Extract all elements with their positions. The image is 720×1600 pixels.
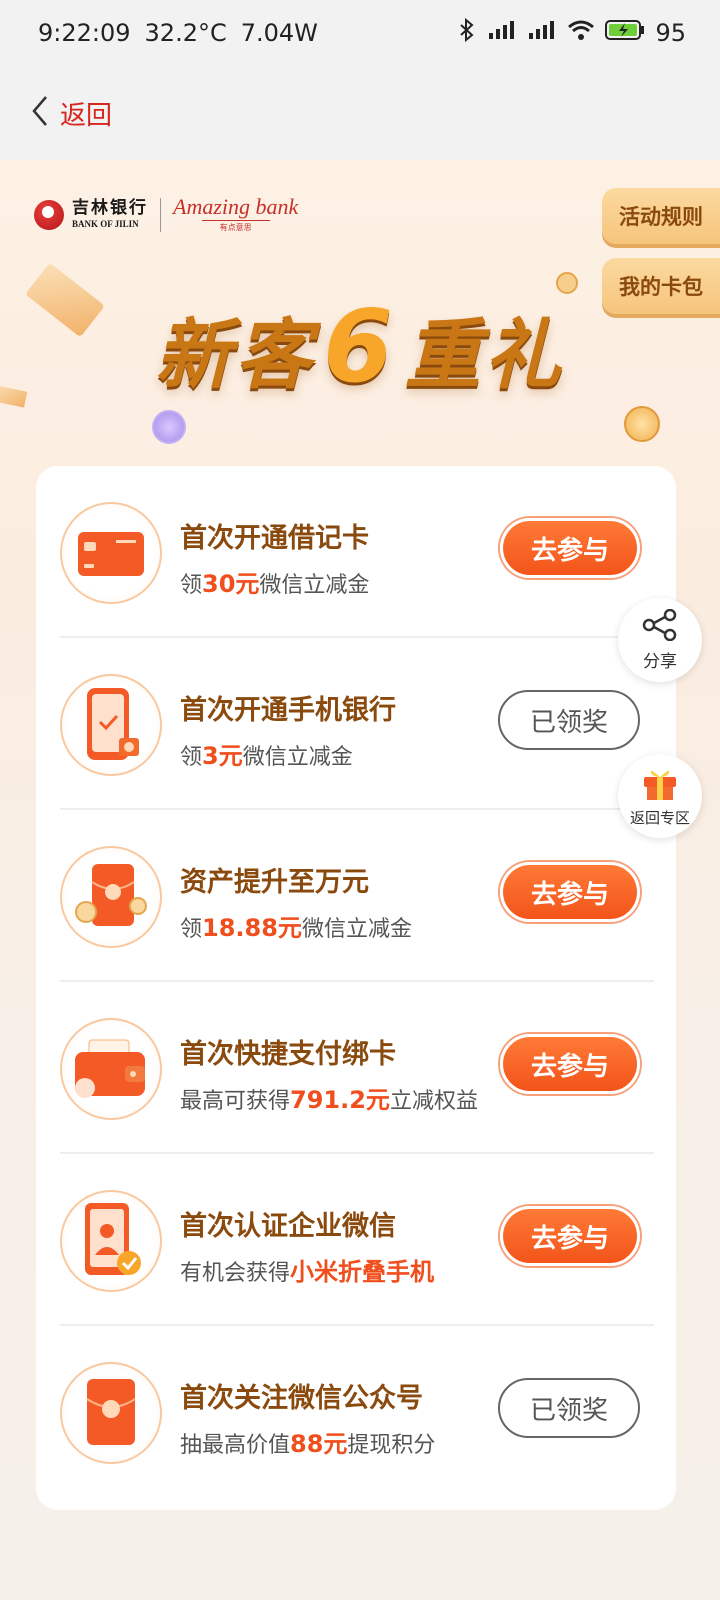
- title-left: 新客: [155, 310, 316, 399]
- share-icon: [642, 608, 678, 645]
- task-list: 首次开通借记卡 领30元微信立减金 去参与 首次开通手机银行 领3元微信立减金 …: [36, 466, 676, 1510]
- task-item-quick-pay: 首次快捷支付绑卡 最高可获得791.2元立减权益 去参与: [60, 982, 654, 1154]
- reward-prize: 小米折叠手机: [290, 1258, 435, 1286]
- task-item-debit-card: 首次开通借记卡 领30元微信立减金 去参与: [60, 466, 654, 638]
- status-temp: 32.2°C: [144, 19, 227, 47]
- task-title: 首次开通借记卡: [180, 523, 369, 554]
- debit-card-icon: [60, 502, 162, 604]
- battery-level: 95: [655, 19, 686, 47]
- task-item-official-account: 首次关注微信公众号 抽最高价值88元提现积分 已领奖: [60, 1326, 654, 1498]
- join-button[interactable]: 去参与: [500, 1206, 640, 1266]
- task-item-assets: 资产提升至万元 领18.88元微信立减金 去参与: [60, 810, 654, 982]
- battery-icon: [605, 19, 645, 47]
- slogan-sub: 有点意思: [201, 220, 270, 233]
- wifi-icon: [567, 19, 595, 47]
- task-desc: 领30元微信立减金: [180, 570, 370, 598]
- wallet-icon: [60, 1018, 162, 1120]
- coin-icon-gold: [624, 406, 660, 442]
- bluetooth-icon: [457, 17, 477, 48]
- slogan: Amazing bank: [173, 194, 299, 219]
- reward-amount: 30元: [202, 570, 260, 598]
- brand-logo: 吉林银行 BANK OF JILIN Amazing bank 有点意思: [34, 196, 298, 233]
- coin-icon-purple: [152, 410, 186, 444]
- reward-amount: 3元: [202, 742, 243, 770]
- task-desc: 领3元微信立减金: [180, 742, 353, 770]
- status-bar: 9:22:09 32.2°C 7.04W 95: [0, 0, 720, 66]
- yuan-envelope-icon: [60, 1362, 162, 1464]
- share-label: 分享: [643, 651, 677, 672]
- title-number: 6: [323, 288, 397, 405]
- task-desc: 领18.88元微信立减金: [180, 914, 412, 942]
- reward-amount: 88元: [290, 1430, 348, 1458]
- title-right: 重礼: [404, 310, 565, 399]
- gift-icon: [641, 765, 679, 805]
- campaign-page: 吉林银行 BANK OF JILIN Amazing bank 有点意思 活动规…: [0, 160, 720, 1600]
- join-button[interactable]: 去参与: [500, 862, 640, 922]
- task-title: 首次快捷支付绑卡: [180, 1039, 396, 1070]
- activity-rules-tab[interactable]: 活动规则: [602, 188, 720, 244]
- task-title: 首次认证企业微信: [180, 1211, 396, 1242]
- join-button[interactable]: 去参与: [500, 518, 640, 578]
- campaign-title: 新客6 重礼: [0, 288, 720, 405]
- bank-logo-icon: [34, 199, 64, 230]
- share-button[interactable]: 分享: [618, 598, 702, 682]
- status-power: 7.04W: [240, 19, 318, 47]
- back-label: 返回: [60, 100, 113, 131]
- back-button[interactable]: 返回: [30, 95, 112, 132]
- task-desc: 有机会获得小米折叠手机: [180, 1258, 435, 1286]
- reward-amount: 791.2元: [290, 1086, 390, 1114]
- red-envelope-icon: [60, 846, 162, 948]
- bank-name-en: BANK OF JILIN: [72, 219, 139, 229]
- task-title: 首次关注微信公众号: [180, 1383, 423, 1414]
- task-item-mobile-bank: 首次开通手机银行 领3元微信立减金 已领奖: [60, 638, 654, 810]
- claimed-button[interactable]: 已领奖: [498, 1378, 640, 1438]
- status-time: 9:22:09: [38, 19, 131, 47]
- join-button[interactable]: 去参与: [500, 1034, 640, 1094]
- task-desc: 抽最高价值88元提现积分: [180, 1430, 436, 1458]
- reward-amount: 18.88元: [202, 914, 302, 942]
- claimed-button[interactable]: 已领奖: [498, 690, 640, 750]
- nav-bar: 返回: [0, 66, 720, 160]
- signal-icon-2: [527, 19, 557, 47]
- task-item-enterprise-wechat: 首次认证企业微信 有机会获得小米折叠手机 去参与: [60, 1154, 654, 1326]
- chevron-left-icon: [30, 95, 50, 131]
- back-to-zone-button[interactable]: 返回专区: [618, 754, 702, 838]
- task-desc: 最高可获得791.2元立减权益: [180, 1086, 478, 1114]
- mobile-bank-icon: [60, 674, 162, 776]
- logo-divider: [160, 197, 161, 232]
- id-verify-icon: [60, 1190, 162, 1292]
- task-title: 资产提升至万元: [180, 867, 369, 898]
- back-to-zone-label: 返回专区: [629, 808, 690, 827]
- bank-name-cn: 吉林银行: [72, 198, 148, 218]
- task-title: 首次开通手机银行: [180, 695, 396, 726]
- signal-icon: [487, 19, 517, 47]
